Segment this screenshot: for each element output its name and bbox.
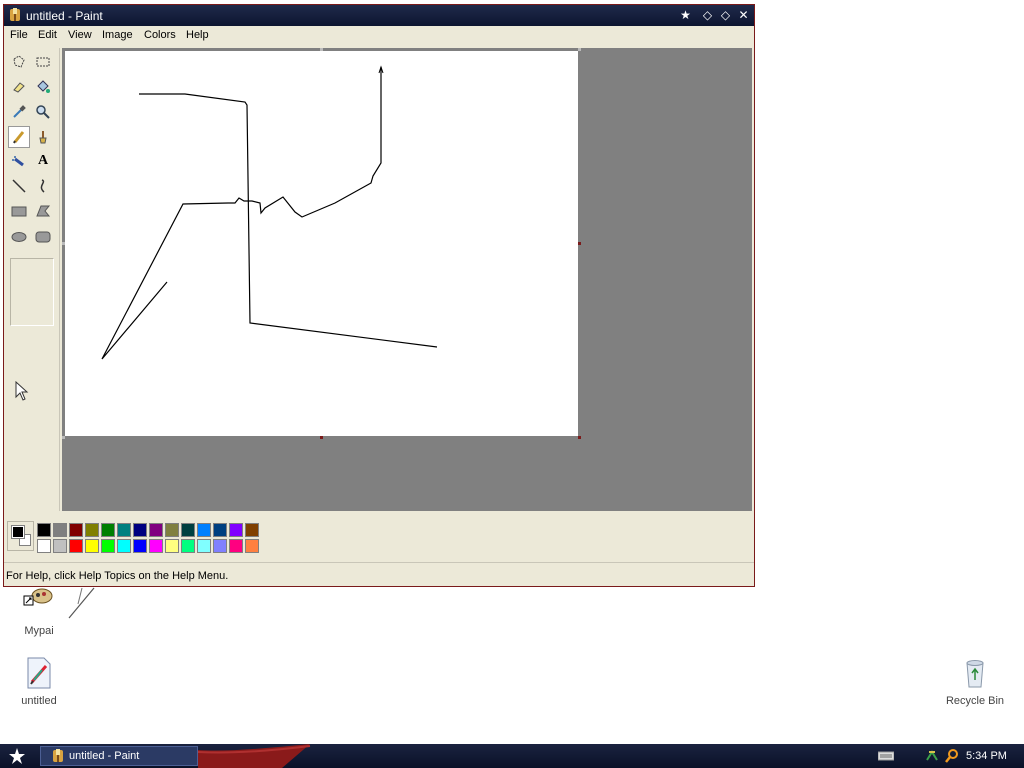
- resize-handle-right[interactable]: [578, 242, 581, 245]
- star-icon: [9, 748, 25, 764]
- paint-app-icon: [10, 8, 20, 21]
- text-icon[interactable]: A: [32, 150, 54, 172]
- color-swatch[interactable]: [85, 523, 99, 537]
- window-title: untitled - Paint: [26, 9, 103, 23]
- clock: 5:34 PM: [966, 750, 1007, 762]
- rounded-rectangle-icon[interactable]: [32, 226, 54, 248]
- color-swatch[interactable]: [133, 523, 147, 537]
- color-swatch[interactable]: [37, 523, 51, 537]
- color-swatch[interactable]: [69, 523, 83, 537]
- desktop-icon-label: Mypai: [24, 625, 54, 637]
- handle-left: [62, 242, 65, 245]
- color-swatch[interactable]: [229, 539, 243, 553]
- ellipse-icon[interactable]: [8, 226, 30, 248]
- color-swatch[interactable]: [53, 539, 67, 553]
- color-picker-icon[interactable]: [8, 101, 30, 123]
- taskbar-button-paint[interactable]: untitled - Paint: [40, 746, 198, 766]
- handle-bottom-left: [62, 436, 65, 439]
- color-swatch[interactable]: [117, 523, 131, 537]
- eraser-icon[interactable]: [8, 76, 30, 98]
- fill-bucket-icon[interactable]: [32, 76, 54, 98]
- color-swatch[interactable]: [85, 539, 99, 553]
- menu-edit[interactable]: Edit: [38, 29, 57, 41]
- resize-handle-corner[interactable]: [578, 436, 581, 439]
- toolbox: A: [4, 48, 60, 511]
- status-bar: For Help, click Help Topics on the Help …: [4, 562, 754, 586]
- desktop: untitled - Paint ★ ◇ ◇ ✕ File Edit View …: [0, 0, 1024, 744]
- status-text: For Help, click Help Topics on the Help …: [6, 570, 229, 582]
- paint-window: untitled - Paint ★ ◇ ◇ ✕ File Edit View …: [3, 4, 755, 587]
- menu-file[interactable]: File: [10, 29, 28, 41]
- color-swatch[interactable]: [245, 539, 259, 553]
- drawing-canvas[interactable]: [65, 51, 578, 436]
- taskbar-decoration: [198, 744, 311, 768]
- color-swatch[interactable]: [213, 523, 227, 537]
- free-form-select-icon[interactable]: [8, 51, 30, 73]
- pencil-icon[interactable]: [8, 126, 30, 148]
- color-swatch[interactable]: [37, 539, 51, 553]
- rectangle-icon[interactable]: [8, 200, 30, 222]
- desktop-icon-label: untitled: [21, 695, 57, 707]
- magnifier-icon[interactable]: [32, 101, 54, 123]
- close-button[interactable]: ✕: [736, 8, 751, 23]
- color-swatch[interactable]: [69, 539, 83, 553]
- mouse-cursor-icon: [15, 381, 29, 401]
- polygon-icon[interactable]: [32, 200, 54, 222]
- color-swatch[interactable]: [53, 523, 67, 537]
- handle-top-right: [578, 48, 581, 51]
- color-palette: [4, 512, 754, 560]
- curve-icon[interactable]: [32, 175, 54, 197]
- color-swatch[interactable]: [149, 539, 163, 553]
- color-swatch[interactable]: [181, 523, 195, 537]
- brush-icon[interactable]: [32, 126, 54, 148]
- color-swatch[interactable]: [197, 523, 211, 537]
- menu-colors[interactable]: Colors: [144, 29, 176, 41]
- start-button[interactable]: [0, 744, 34, 768]
- menu-help[interactable]: Help: [186, 29, 209, 41]
- canvas-area[interactable]: [62, 48, 752, 511]
- menu-image[interactable]: Image: [102, 29, 133, 41]
- select-icon[interactable]: [32, 51, 54, 73]
- star-icon[interactable]: ★: [678, 8, 693, 23]
- title-bar[interactable]: untitled - Paint ★ ◇ ◇ ✕: [4, 5, 754, 26]
- handle-top: [320, 48, 323, 51]
- taskbar-button-label: untitled - Paint: [69, 750, 140, 762]
- desktop-icon-recycle-bin[interactable]: Recycle Bin: [940, 656, 1010, 707]
- color-swatch[interactable]: [101, 523, 115, 537]
- color-swatch[interactable]: [133, 539, 147, 553]
- resize-handle-bottom[interactable]: [320, 436, 323, 439]
- canvas-drawing: [101, 65, 438, 360]
- menu-bar: File Edit View Image Colors Help: [4, 26, 754, 46]
- minimize-button[interactable]: ◇: [700, 8, 715, 23]
- search-icon[interactable]: [944, 748, 960, 764]
- paint-app-icon: [53, 749, 63, 762]
- paint-shortcut-icon: [23, 588, 53, 606]
- color-swatch[interactable]: [165, 539, 179, 553]
- color-swatch[interactable]: [165, 523, 179, 537]
- keyboard-icon[interactable]: [878, 751, 894, 761]
- color-swatch[interactable]: [197, 539, 211, 553]
- color-swatch[interactable]: [213, 539, 227, 553]
- color-swatch[interactable]: [181, 539, 195, 553]
- color-swatch[interactable]: [229, 523, 243, 537]
- airbrush-icon[interactable]: [8, 150, 30, 172]
- desktop-icon-label: Recycle Bin: [945, 695, 1005, 707]
- line-icon[interactable]: [8, 175, 30, 197]
- current-colors: [7, 521, 34, 551]
- desktop-icon-untitled[interactable]: untitled: [4, 656, 74, 707]
- canvas-stroke-fragment: [68, 587, 95, 619]
- system-tray: 5:34 PM: [870, 744, 1024, 768]
- menu-view[interactable]: View: [68, 29, 92, 41]
- tool-options-box[interactable]: [10, 258, 54, 326]
- maximize-button[interactable]: ◇: [718, 8, 733, 23]
- color-swatch[interactable]: [101, 539, 115, 553]
- network-icon[interactable]: [924, 748, 940, 764]
- foreground-color: [11, 525, 25, 539]
- color-swatch[interactable]: [117, 539, 131, 553]
- recycle-bin-icon: [966, 660, 984, 688]
- taskbar: untitled - Paint 5:34 PM: [0, 744, 1024, 768]
- color-swatch[interactable]: [245, 523, 259, 537]
- color-swatch[interactable]: [149, 523, 163, 537]
- paint-file-icon: [27, 657, 51, 689]
